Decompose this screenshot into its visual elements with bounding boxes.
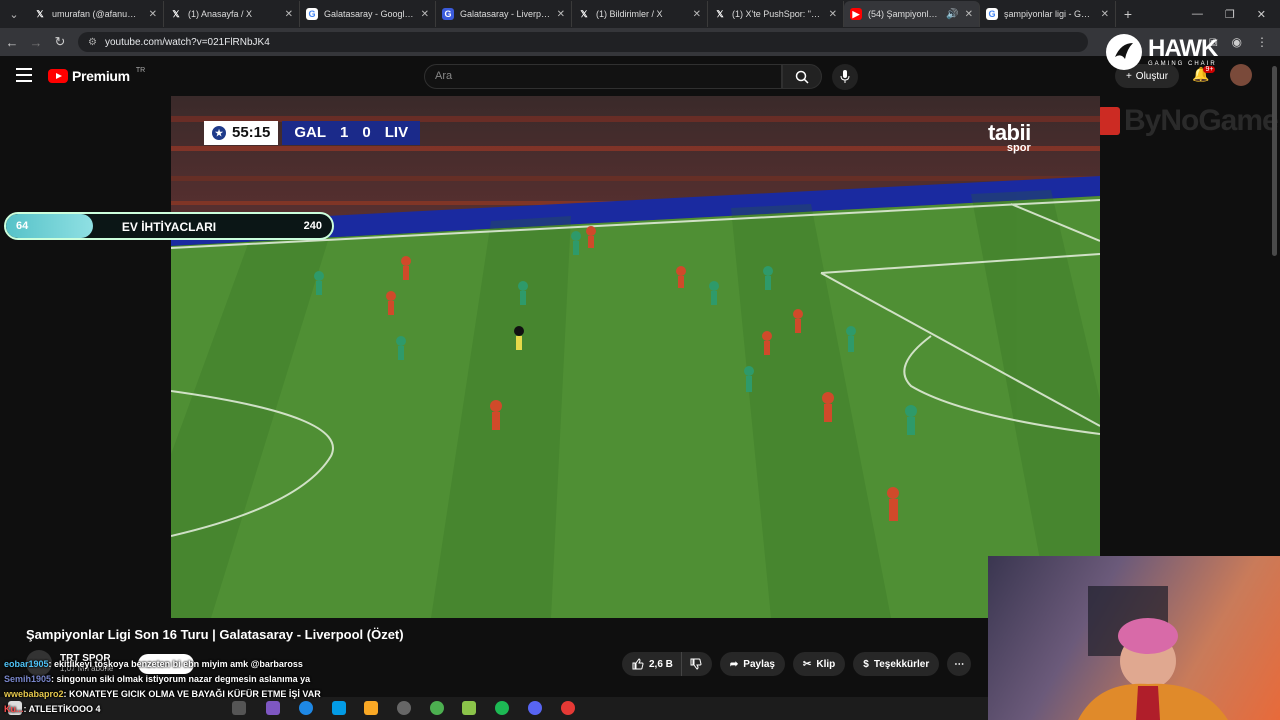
tab-search-icon[interactable]: ⌄ [0, 0, 28, 28]
x-icon: 𝕏 [716, 8, 724, 19]
hawk-bird-icon [1106, 34, 1142, 70]
reload-icon[interactable]: ↻ [48, 34, 72, 50]
browser-tab-active[interactable]: ▶(54) Şampiyonlar Ligi🔊✕ [844, 1, 980, 27]
browser-tab-bar: ⌄ 𝕏umurafan (@afanumur) / ✕ 𝕏 (1) Anasayfa… [0, 0, 1280, 28]
close-tab-icon[interactable]: ✕ [557, 9, 565, 20]
close-tab-icon[interactable]: ✕ [1101, 9, 1109, 20]
browser-tab[interactable]: 𝕏(1) X'te PushSpor: "Arne S✕ [708, 1, 844, 27]
hamburger-menu-icon[interactable] [16, 68, 32, 82]
chat-message: Ku...: ATLEETİKOOO 4 [4, 704, 101, 714]
forward-icon[interactable]: → [24, 35, 48, 50]
close-tab-icon[interactable]: ✕ [421, 9, 429, 20]
browser-tab[interactable]: 𝕏 (1) Bildirimler / X ✕ [572, 1, 708, 27]
app-icon[interactable] [462, 701, 476, 715]
chrome-icon[interactable] [430, 701, 444, 715]
youtube-play-icon [48, 69, 68, 83]
video-actions: 2,6 B ➦ Paylaş ✂ Klip $ Teşekkürler ⋯ [622, 652, 972, 676]
share-button[interactable]: ➦ Paylaş [719, 652, 785, 676]
webcam-scene [1078, 586, 1228, 720]
browser-tab[interactable]: 𝕏 (1) Anasayfa / X ✕ [164, 1, 300, 27]
chat-message: eobar1905: ekitlikeyi töşkoya benzeten b… [4, 659, 303, 669]
streamer-webcam [988, 556, 1280, 720]
new-tab-button[interactable]: + [1116, 6, 1140, 22]
browser-tab[interactable]: 𝕏umurafan (@afanumur) / ✕ [28, 1, 164, 27]
scissors-icon: ✂ [803, 658, 812, 670]
like-dislike-group: 2,6 B [622, 652, 712, 676]
voice-search-button[interactable] [832, 64, 858, 90]
browser-tab[interactable]: GGalatasaray - Liverpool ca✕ [436, 1, 572, 27]
x-icon: 𝕏 [172, 8, 180, 19]
chat-message: wwebabapro2: KONATEYE GICIK OLMA VE BAYA… [4, 689, 321, 699]
chat-message: Semih1905: singonun siki olmak istiyorum… [4, 674, 311, 684]
address-bar-row: ← → ↻ ⚙ youtube.com/watch?v=021FlRNbJK4 … [0, 28, 1280, 56]
browser-tab[interactable]: GGalatasaray - Google'da A✕ [300, 1, 436, 27]
x-icon: 𝕏 [36, 8, 44, 19]
video-player[interactable] [171, 96, 1100, 618]
hawk-sponsor-logo: HAWK GAMING CHAIR [1106, 34, 1218, 70]
stream-chat-overlay: eobar1905: ekitlikeyi töşkoya benzeten b… [4, 657, 321, 717]
microphone-icon [840, 70, 850, 83]
restore-icon[interactable]: ❐ [1225, 8, 1235, 21]
close-window-icon[interactable]: ✕ [1257, 8, 1266, 21]
browser-tab[interactable]: Gşampiyonlar ligi - Google ✕ [980, 1, 1116, 27]
bynogame-sponsor-logo: ByNoGame [1098, 104, 1279, 138]
menu-icon[interactable]: ⋮ [1256, 35, 1268, 50]
search-icon [795, 70, 809, 84]
thumbs-up-icon [632, 658, 644, 670]
account-avatar[interactable] [1230, 64, 1252, 86]
page-scrollbar[interactable] [1272, 66, 1277, 256]
youtube-logo[interactable]: Premium TR [48, 67, 145, 84]
plus-icon: + [1125, 70, 1132, 82]
more-actions-button[interactable]: ⋯ [947, 652, 972, 676]
like-button[interactable]: 2,6 B [622, 652, 682, 676]
scorebug: ★ 55:15 GAL 1 0 LIV [204, 121, 421, 145]
close-tab-icon[interactable]: ✕ [829, 9, 837, 20]
close-tab-icon[interactable]: ✕ [285, 9, 293, 20]
youtube-header: Premium TR Ara + Oluştur 🔔9+ [0, 56, 1280, 96]
close-tab-icon[interactable]: ✕ [965, 9, 973, 20]
google-icon: G [986, 8, 998, 20]
spotify-icon[interactable] [495, 701, 509, 715]
tabii-spor-logo: tabii spor [988, 120, 1031, 154]
search-button[interactable] [782, 64, 822, 89]
speaker-icon[interactable]: 🔊 [946, 9, 958, 20]
thumbs-down-icon [690, 658, 702, 670]
youtube-icon: ▶ [850, 8, 862, 20]
google-icon: G [306, 8, 318, 20]
x-icon: 𝕏 [580, 8, 588, 19]
obs-icon[interactable] [561, 701, 575, 715]
url-field[interactable]: ⚙ youtube.com/watch?v=021FlRNbJK4 [78, 32, 1088, 52]
champions-league-icon: ★ [212, 126, 226, 140]
more-dots-icon: ⋯ [954, 658, 965, 670]
profile-icon[interactable]: ◉ [1232, 35, 1242, 50]
minimize-icon[interactable]: — [1192, 8, 1203, 21]
xbox-icon[interactable] [397, 701, 411, 715]
donation-goal-bar: 64 EV İHTİYACLARI 240 [4, 212, 334, 240]
share-arrow-icon: ➦ [729, 658, 739, 670]
bynogame-mark-icon [1098, 107, 1120, 135]
close-tab-icon[interactable]: ✕ [149, 9, 157, 20]
store-icon[interactable] [332, 701, 346, 715]
close-tab-icon[interactable]: ✕ [693, 9, 701, 20]
thanks-button[interactable]: $ Teşekkürler [853, 652, 940, 676]
video-frame-football-match [171, 96, 1100, 618]
back-icon[interactable]: ← [0, 35, 24, 50]
discord-icon[interactable] [528, 701, 542, 715]
site-info-icon[interactable]: ⚙ [88, 37, 97, 48]
file-explorer-icon[interactable] [364, 701, 378, 715]
clip-button[interactable]: ✂ Klip [793, 652, 846, 676]
super-thanks-icon: $ [863, 658, 869, 670]
news-icon: G [442, 8, 454, 20]
search-input[interactable]: Ara [424, 64, 782, 89]
video-title: Şampiyonlar Ligi Son 16 Turu | Galatasar… [26, 627, 404, 642]
dislike-button[interactable] [682, 652, 712, 676]
